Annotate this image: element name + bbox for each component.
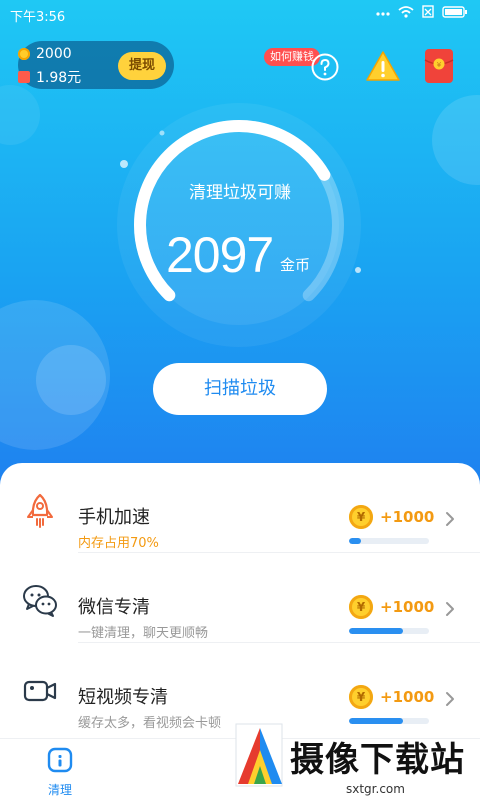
- item-reward: +1000: [380, 598, 435, 616]
- gauge-unit: 金币: [280, 256, 311, 274]
- decor-bubble: [432, 95, 480, 185]
- svg-text:¥: ¥: [437, 61, 442, 69]
- cash-icon: [18, 71, 30, 83]
- watermark-text: 摄像下载站: [290, 740, 465, 780]
- item-title: 微信专清: [78, 597, 150, 618]
- tab-label: 清理: [47, 783, 72, 797]
- item-subtitle: 一键清理，聊天更顺畅: [78, 626, 209, 641]
- red-packet-icon[interactable]: ¥: [424, 48, 454, 84]
- gauge-coin-value: 2097: [166, 227, 274, 283]
- withdraw-button[interactable]: 提现: [118, 52, 166, 80]
- wifi-icon: [398, 5, 414, 22]
- wechat-icon: [22, 583, 58, 619]
- no-sim-icon: [422, 5, 434, 22]
- coin-icon: ¥: [349, 595, 373, 619]
- status-bar: 下午3:56: [0, 0, 480, 28]
- status-time: 下午3:56: [10, 10, 66, 25]
- help-icon[interactable]: [311, 53, 339, 81]
- item-subtitle: 内存占用70%: [78, 536, 159, 551]
- item-title: 手机加速: [78, 507, 150, 528]
- item-reward: +1000: [380, 688, 435, 706]
- video-camera-icon: [22, 673, 58, 709]
- item-progress-fill: [349, 538, 361, 544]
- list-item-wechat-clean[interactable]: 微信专清 一键清理，聊天更顺畅 ¥ +1000: [0, 553, 480, 643]
- coin-icon: [18, 48, 30, 60]
- watermark-url: sxtgr.com: [346, 782, 405, 796]
- clean-tab-icon: [47, 747, 73, 773]
- battery-icon: [442, 5, 468, 22]
- warning-icon[interactable]: [366, 50, 400, 82]
- cash-balance: 1.98元: [18, 67, 81, 87]
- decor-bubble: [36, 345, 106, 415]
- more-dots-icon: [376, 6, 390, 21]
- item-reward: +1000: [380, 508, 435, 526]
- scan-junk-button[interactable]: 扫描垃圾: [153, 363, 327, 415]
- chevron-right-icon: [446, 692, 454, 706]
- rocket-icon: [22, 493, 58, 529]
- item-title: 短视频专清: [78, 687, 168, 708]
- coin-balance-value: 2000: [36, 46, 72, 62]
- coin-balance: 2000: [18, 46, 72, 62]
- list-item-phone-boost[interactable]: 手机加速 内存占用70% ¥ +1000: [0, 463, 480, 553]
- item-progress-bar: [349, 538, 429, 544]
- watermark-logo-icon: [235, 723, 283, 787]
- item-progress-bar: [349, 628, 429, 634]
- chevron-right-icon: [446, 512, 454, 526]
- cash-balance-value: 1.98元: [36, 70, 82, 86]
- coin-icon: ¥: [349, 505, 373, 529]
- chevron-right-icon: [446, 602, 454, 616]
- status-icons: [376, 5, 468, 22]
- coin-icon: ¥: [349, 685, 373, 709]
- watermark-logo: 摄像下载站 sxtgr.com: [228, 710, 480, 800]
- tab-clean[interactable]: 清理: [20, 739, 100, 801]
- item-subtitle: 缓存太多，看视频会卡顿: [78, 716, 222, 731]
- decor-bubble: [0, 85, 40, 145]
- item-progress-fill: [349, 628, 404, 634]
- gauge-title: 清理垃圾可赚: [189, 183, 291, 203]
- cleanup-gauge: [117, 103, 361, 347]
